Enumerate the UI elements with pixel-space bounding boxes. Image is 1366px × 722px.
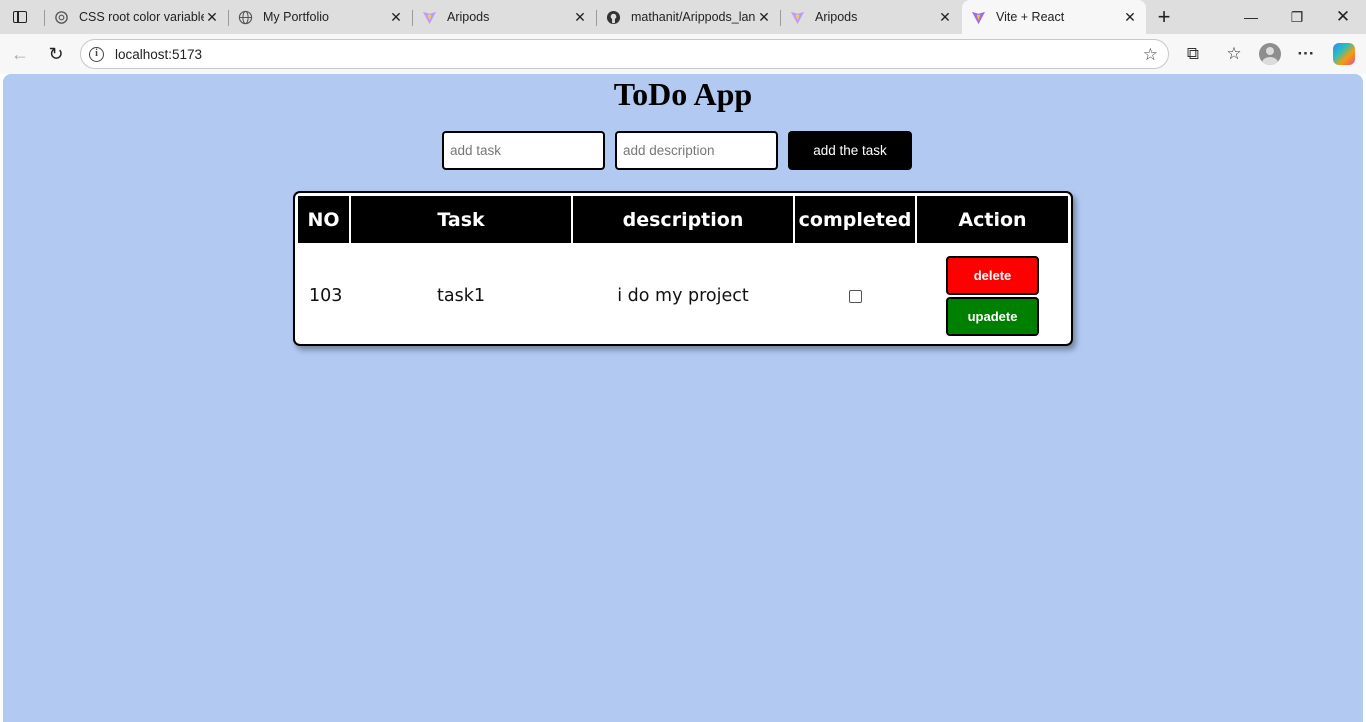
site-info-icon[interactable]: i [89,47,104,62]
restore-icon[interactable]: ❐ [1274,4,1320,30]
browser-toolbar: ← ↻ i localhost:5173 ☆ ⧉ ☆ ··· [0,34,1366,74]
add-task-button[interactable]: add the task [788,131,912,170]
copilot-icon[interactable] [1333,43,1355,65]
column-header-no: NO [298,196,349,243]
github-icon [605,9,621,25]
url-text: localhost:5173 [115,47,203,62]
back-arrow-icon[interactable]: ← [7,41,33,67]
vite-icon [970,9,986,25]
close-icon[interactable]: ✕ [756,9,772,25]
address-bar[interactable]: i localhost:5173 ☆ [80,39,1169,69]
task-table-card: NO Task description completed Action 103… [293,191,1073,346]
window-close-icon[interactable]: ✕ [1320,4,1366,30]
more-options-icon[interactable]: ··· [1294,42,1318,66]
globe-icon [237,9,253,25]
action-cell: delete upadete [917,245,1068,344]
tab-title: My Portfolio [263,10,329,24]
new-tab-icon[interactable]: + [1152,4,1176,29]
close-icon[interactable]: ✕ [388,9,404,25]
tab-aripods-2[interactable]: Aripods ✕ [780,2,961,32]
update-button[interactable]: upadete [946,297,1039,336]
openai-icon [53,9,69,25]
favorite-star-icon[interactable]: ☆ [1143,45,1158,65]
table-header-row: NO Task description completed Action [298,196,1068,243]
table-row: 103 task1 i do my project delete upadete [298,245,1068,344]
close-icon[interactable]: ✕ [204,9,220,25]
delete-button[interactable]: delete [946,256,1039,295]
tab-title: Aripods [447,10,490,24]
tab-css-root[interactable]: CSS root color variable ✕ [44,2,228,32]
column-header-completed: completed [795,196,915,243]
column-header-action: Action [917,196,1068,243]
completed-checkbox[interactable] [848,289,862,303]
page-title: ToDo App [613,76,753,112]
task-number: 103 [309,286,343,306]
close-icon[interactable]: ✕ [937,9,953,25]
completed-cell [795,245,915,344]
vite-icon [789,9,805,25]
reload-icon[interactable]: ↻ [43,41,69,67]
task-description: i do my project [617,286,749,306]
description-input[interactable] [615,131,778,170]
extensions-icon[interactable]: ⧉ [1181,42,1205,66]
close-icon[interactable]: ✕ [572,9,588,25]
tab-github[interactable]: mathanit/Arippods_lan ✕ [596,2,780,32]
vite-icon [421,9,437,25]
tab-vite-react[interactable]: Vite + React ✕ [962,0,1146,34]
tab-title: Vite + React [996,10,1065,24]
task-name: task1 [437,286,485,306]
profile-avatar[interactable] [1259,43,1281,65]
task-input[interactable] [442,131,605,170]
tab-title: mathanit/Arippods_lan [631,10,756,24]
favorites-icon[interactable]: ☆ [1222,42,1246,66]
close-icon[interactable]: ✕ [1122,9,1138,25]
tab-title: Aripods [815,10,858,24]
tab-portfolio[interactable]: My Portfolio ✕ [228,2,412,32]
page-viewport: ToDo App add the task NO Task descriptio… [3,74,1363,722]
tab-aripods-1[interactable]: Aripods ✕ [412,2,596,32]
tab-strip: CSS root color variable ✕ My Portfolio ✕… [0,0,1366,34]
column-header-task: Task [351,196,571,243]
task-table: NO Task description completed Action 103… [296,194,1070,344]
tab-title: CSS root color variable [79,10,204,24]
column-header-description: description [573,196,793,243]
minimize-icon[interactable]: — [1228,4,1274,30]
tab-actions-icon[interactable] [8,6,32,28]
